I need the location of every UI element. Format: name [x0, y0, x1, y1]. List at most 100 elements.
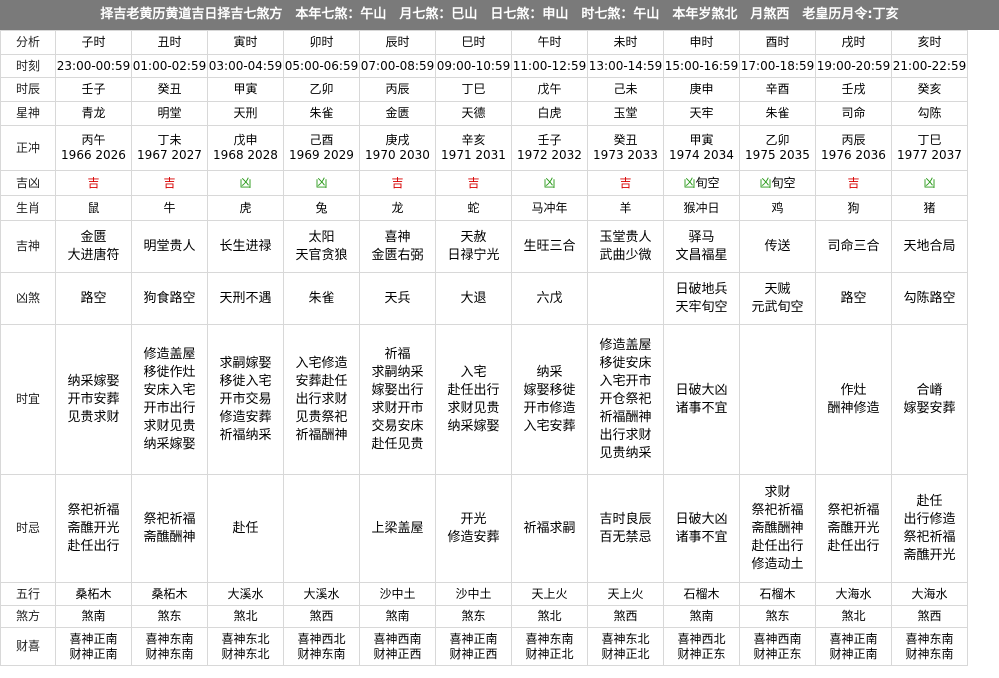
- cell-xiongsha: 朱雀: [283, 272, 360, 325]
- caishen-direction: 财神东南: [145, 646, 194, 661]
- yi-item: 纳采嫁娶: [143, 436, 196, 452]
- star-god: 朱雀: [309, 106, 334, 120]
- cell-shike: 05:00-06:59: [283, 54, 360, 78]
- yi-item: 嫁娶安葬: [903, 400, 956, 416]
- cell-shichen: 丙辰: [359, 77, 436, 102]
- yi-item: 合嵴: [916, 382, 943, 398]
- shichen-name: 酉时: [765, 35, 790, 49]
- shichen-name: 辰时: [385, 35, 410, 49]
- row-label: 星神: [0, 101, 56, 126]
- row-label: 煞方: [0, 605, 56, 628]
- cell-shiji: 祈福求嗣: [511, 474, 588, 583]
- cell-xingshen: 青龙: [55, 101, 132, 126]
- ji-item: 赴任出行: [827, 538, 880, 554]
- cell-zhengchong: 辛亥 1971 2031: [435, 125, 512, 171]
- sha-direction: 煞北: [233, 609, 258, 623]
- time-range: 17:00-18:59: [740, 58, 815, 73]
- xiongsha-item: 天兵: [384, 290, 411, 306]
- time-range: 07:00-08:59: [360, 58, 435, 73]
- caishen-direction: 财神正东: [677, 646, 726, 661]
- yi-item: 安葬赴任: [295, 373, 348, 389]
- cell-xingshen: 天德: [435, 101, 512, 126]
- jishen-item: 武曲少微: [599, 247, 652, 263]
- cell-shafang: 煞南: [663, 605, 740, 628]
- row-fenxi: 分析 子时 丑时 寅时 卯时 辰时 巳时 午时 未时 申时 酉时 戌时 亥时: [0, 30, 968, 55]
- chong-ganzhi: 丁未: [157, 133, 182, 147]
- cell-shiyi: 合嵴 嫁娶安葬: [891, 324, 968, 475]
- ji-item: 祭祀祈福: [827, 502, 880, 518]
- yi-item: 入宅安葬: [523, 418, 576, 434]
- cell-fenxi: 午时: [511, 30, 588, 55]
- jishen-item: 长生进禄: [219, 238, 272, 254]
- zodiac: 蛇: [467, 200, 480, 215]
- cell-wuxing: 大溪水: [207, 582, 284, 606]
- jixiong-mark: 吉: [847, 175, 860, 190]
- yi-item: 求财开市: [371, 400, 424, 416]
- row-label: 分析: [0, 30, 56, 55]
- shichen-name: 戌时: [841, 35, 866, 49]
- yi-item: 交易安床: [371, 418, 424, 434]
- ji-item: 赴任: [232, 520, 259, 536]
- jixiong-mark: 吉: [467, 175, 480, 190]
- cell-shengxiao: 龙: [359, 195, 436, 221]
- yi-item: 开市修造: [523, 400, 576, 416]
- cell-shengxiao: 鼠: [55, 195, 132, 221]
- cell-shiji: 祭祀祈福斋醮开光赴任出行: [815, 474, 892, 583]
- sha-direction: 煞东: [461, 609, 486, 623]
- cell-shafang: 煞东: [739, 605, 816, 628]
- yi-item: 作灶: [840, 382, 867, 398]
- cell-zhengchong: 壬子 1972 2032: [511, 125, 588, 171]
- wuxing: 沙中土: [455, 586, 492, 601]
- jishen-item: 天赦: [460, 229, 487, 245]
- cell-zhengchong: 丙午 1966 2026: [55, 125, 132, 171]
- ji-item: 开光: [460, 511, 487, 527]
- xishen-direction: 喜神西南: [373, 631, 422, 646]
- time-range: 09:00-10:59: [436, 58, 511, 73]
- shichen-name: 申时: [689, 35, 714, 49]
- cell-shike: 21:00-22:59: [891, 54, 968, 78]
- cell-shiyi: 求嗣嫁娶 移徙入宅 开市交易 修造安葬 祈福纳采: [207, 324, 284, 475]
- sha-direction: 煞南: [689, 609, 714, 623]
- cell-shengxiao: 虎: [207, 195, 284, 221]
- cell-caixi: 喜神东南 财神东南: [891, 627, 968, 666]
- cell-shafang: 煞西: [587, 605, 664, 628]
- cell-shichen: 丁巳: [435, 77, 512, 102]
- yi-item: 安床入宅: [143, 382, 196, 398]
- cell-shike: 13:00-14:59: [587, 54, 664, 78]
- yi-item: 酬神修造: [827, 400, 880, 416]
- cell-jishen: 明堂贵人: [131, 220, 208, 273]
- caishen-direction: 财神正南: [69, 646, 118, 661]
- row-xingshen: 星神 青龙 明堂 天刑 朱雀 金匮 天德 白虎 玉堂 天牢 朱雀 司命 勾陈: [0, 101, 968, 126]
- time-range: 21:00-22:59: [892, 58, 967, 73]
- star-god: 司命: [841, 106, 866, 120]
- row-jixiong: 吉凶吉吉凶凶吉吉凶吉凶旬空 凶旬空吉凶: [0, 170, 968, 196]
- yi-item: 开市出行: [143, 400, 196, 416]
- sha-direction: 煞北: [537, 609, 562, 623]
- ji-item: 祈福求嗣: [523, 520, 576, 536]
- zodiac: 马冲年: [531, 200, 568, 215]
- cell-shafang: 煞西: [283, 605, 360, 628]
- zodiac: 龙: [391, 200, 404, 215]
- cell-shichen: 己未: [587, 77, 664, 102]
- cell-xiongsha: 大退: [435, 272, 512, 325]
- cell-wuxing: 天上火: [511, 582, 588, 606]
- jishen-item: 生旺三合: [523, 238, 576, 254]
- jishen-item: 驿马: [688, 229, 715, 245]
- cell-shiji: 吉时良辰 百无禁忌: [587, 474, 664, 583]
- cell-zhengchong: 丙辰 1976 2036: [815, 125, 892, 171]
- xiongsha-item: 路空: [80, 290, 107, 306]
- time-range: 05:00-06:59: [284, 58, 359, 73]
- row-label: 正冲: [0, 125, 56, 171]
- sha-direction: 煞西: [917, 609, 942, 623]
- row-shike: 时刻 23:00-00:59 01:00-02:59 03:00-04:59 05:00…: [0, 54, 968, 78]
- ji-item: 祭祀祈福: [751, 502, 804, 518]
- cell-jixiong: 凶: [511, 170, 588, 196]
- xiongsha-item: 狗食路空: [143, 290, 196, 306]
- ganzhi: 丁巳: [461, 82, 486, 96]
- chong-ganzhi: 己酉: [309, 133, 334, 147]
- ji-item: 斋醮开光: [827, 520, 880, 536]
- xishen-direction: 喜神西南: [753, 631, 802, 646]
- cell-caixi: 喜神东南 财神东南: [131, 627, 208, 666]
- row-label: 时宜: [0, 324, 56, 475]
- wuxing: 天上火: [607, 586, 644, 601]
